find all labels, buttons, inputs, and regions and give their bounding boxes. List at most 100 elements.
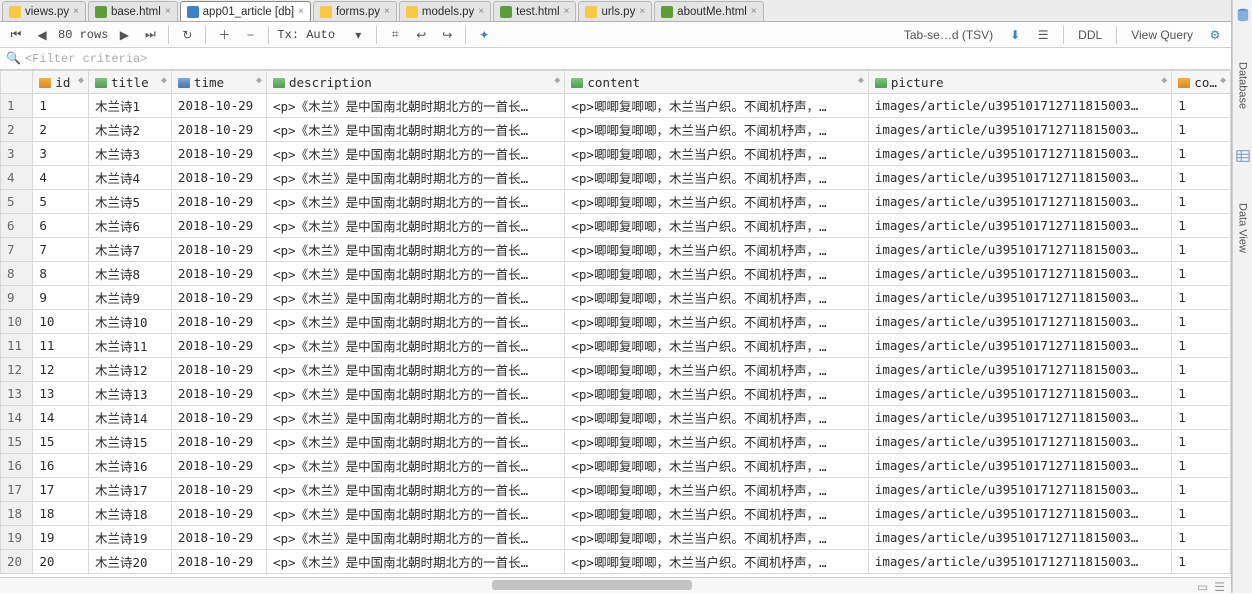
col-header-description[interactable]: description◆ (267, 71, 565, 94)
cell-description[interactable]: <p>《木兰》是中国南北朝时期北方的一首长… (267, 454, 565, 478)
col-header-comme[interactable]: comme◆ (1172, 71, 1231, 94)
col-header-time[interactable]: time◆ (171, 71, 266, 94)
cell-id[interactable]: 1 (33, 94, 89, 118)
cell-title[interactable]: 木兰诗18 (88, 502, 171, 526)
cell-content[interactable]: <p>唧唧复唧唧，木兰当户织。不闻机杼声，… (565, 550, 868, 574)
cell-picture[interactable]: images/article/u395101712711815003… (868, 358, 1171, 382)
cell-title[interactable]: 木兰诗3 (88, 142, 171, 166)
cell-picture[interactable]: images/article/u395101712711815003… (868, 118, 1171, 142)
cell-picture[interactable]: images/article/u395101712711815003… (868, 214, 1171, 238)
refresh-icon[interactable]: ↻ (177, 25, 197, 45)
cell-id[interactable]: 4 (33, 166, 89, 190)
cell-time[interactable]: 2018-10-29 (171, 94, 266, 118)
row-number[interactable]: 2 (1, 118, 33, 142)
cell-description[interactable]: <p>《木兰》是中国南北朝时期北方的一首长… (267, 334, 565, 358)
row-number[interactable]: 8 (1, 262, 33, 286)
table-row[interactable]: 1616木兰诗162018-10-29<p>《木兰》是中国南北朝时期北方的一首长… (1, 454, 1231, 478)
cell-id[interactable]: 11 (33, 334, 89, 358)
cell-id[interactable]: 3 (33, 142, 89, 166)
cell-id[interactable]: 6 (33, 214, 89, 238)
cell-content[interactable]: <p>唧唧复唧唧，木兰当户织。不闻机杼声，… (565, 94, 868, 118)
cell-title[interactable]: 木兰诗16 (88, 454, 171, 478)
cell-content[interactable]: <p>唧唧复唧唧，木兰当户织。不闻机杼声，… (565, 118, 868, 142)
cell-description[interactable]: <p>《木兰》是中国南北朝时期北方的一首长… (267, 166, 565, 190)
cell-description[interactable]: <p>《木兰》是中国南北朝时期北方的一首长… (267, 262, 565, 286)
cell-description[interactable]: <p>《木兰》是中国南北朝时期北方的一首长… (267, 118, 565, 142)
cell-time[interactable]: 2018-10-29 (171, 118, 266, 142)
cell-id[interactable]: 7 (33, 238, 89, 262)
database-icon[interactable] (1236, 8, 1250, 22)
cell-description[interactable]: <p>《木兰》是中国南北朝时期北方的一首长… (267, 94, 565, 118)
table-row[interactable]: 66木兰诗62018-10-29<p>《木兰》是中国南北朝时期北方的一首长…<p… (1, 214, 1231, 238)
cell-content[interactable]: <p>唧唧复唧唧，木兰当户织。不闻机杼声，… (565, 190, 868, 214)
cell-comme[interactable]: 1 (1172, 334, 1231, 358)
cell-comme[interactable]: 1 (1172, 118, 1231, 142)
cell-comme[interactable]: 1 (1172, 430, 1231, 454)
cell-comme[interactable]: 1 (1172, 214, 1231, 238)
cell-title[interactable]: 木兰诗6 (88, 214, 171, 238)
table-row[interactable]: 88木兰诗82018-10-29<p>《木兰》是中国南北朝时期北方的一首长…<p… (1, 262, 1231, 286)
cell-comme[interactable]: 1 (1172, 358, 1231, 382)
cell-content[interactable]: <p>唧唧复唧唧，木兰当户织。不闻机杼声，… (565, 334, 868, 358)
cell-time[interactable]: 2018-10-29 (171, 430, 266, 454)
row-number[interactable]: 5 (1, 190, 33, 214)
cell-time[interactable]: 2018-10-29 (171, 334, 266, 358)
table-row[interactable]: 77木兰诗72018-10-29<p>《木兰》是中国南北朝时期北方的一首长…<p… (1, 238, 1231, 262)
row-number[interactable]: 9 (1, 286, 33, 310)
cell-description[interactable]: <p>《木兰》是中国南北朝时期北方的一首长… (267, 214, 565, 238)
editor-tab[interactable]: test.html× (493, 1, 576, 21)
cell-content[interactable]: <p>唧唧复唧唧，木兰当户织。不闻机杼声，… (565, 406, 868, 430)
col-header-title[interactable]: title◆ (88, 71, 171, 94)
sort-handle-icon[interactable]: ◆ (1161, 75, 1167, 86)
cell-id[interactable]: 10 (33, 310, 89, 334)
cell-id[interactable]: 5 (33, 190, 89, 214)
cell-title[interactable]: 木兰诗20 (88, 550, 171, 574)
cell-picture[interactable]: images/article/u395101712711815003… (868, 166, 1171, 190)
cell-title[interactable]: 木兰诗19 (88, 526, 171, 550)
options-icon[interactable]: ☰ (1033, 25, 1053, 45)
cell-content[interactable]: <p>唧唧复唧唧，木兰当户织。不闻机杼声，… (565, 478, 868, 502)
export-format-button[interactable]: Tab-se…d (TSV) (900, 28, 997, 42)
row-number[interactable]: 12 (1, 358, 33, 382)
filter-input[interactable] (25, 52, 1225, 66)
row-number[interactable]: 4 (1, 166, 33, 190)
col-header-content[interactable]: content◆ (565, 71, 868, 94)
cell-content[interactable]: <p>唧唧复唧唧，木兰当户织。不闻机杼声，… (565, 310, 868, 334)
cell-comme[interactable]: 1 (1172, 310, 1231, 334)
row-number[interactable]: 13 (1, 382, 33, 406)
editor-tab[interactable]: views.py× (2, 1, 86, 21)
cell-id[interactable]: 14 (33, 406, 89, 430)
table-row[interactable]: 1515木兰诗152018-10-29<p>《木兰》是中国南北朝时期北方的一首长… (1, 430, 1231, 454)
cell-content[interactable]: <p>唧唧复唧唧，木兰当户织。不闻机杼声，… (565, 502, 868, 526)
cell-comme[interactable]: 1 (1172, 406, 1231, 430)
bottom-menu-icon[interactable]: ☰ (1214, 580, 1225, 594)
cell-picture[interactable]: images/article/u395101712711815003… (868, 286, 1171, 310)
cell-time[interactable]: 2018-10-29 (171, 502, 266, 526)
cell-time[interactable]: 2018-10-29 (171, 382, 266, 406)
cell-title[interactable]: 木兰诗11 (88, 334, 171, 358)
cell-description[interactable]: <p>《木兰》是中国南北朝时期北方的一首长… (267, 478, 565, 502)
view-query-button[interactable]: View Query (1127, 28, 1197, 42)
cell-id[interactable]: 18 (33, 502, 89, 526)
cell-title[interactable]: 木兰诗15 (88, 430, 171, 454)
editor-tab[interactable]: urls.py× (578, 1, 652, 21)
cell-picture[interactable]: images/article/u395101712711815003… (868, 454, 1171, 478)
cell-comme[interactable]: 1 (1172, 142, 1231, 166)
row-number[interactable]: 11 (1, 334, 33, 358)
cell-content[interactable]: <p>唧唧复唧唧，木兰当户织。不闻机杼声，… (565, 526, 868, 550)
cell-description[interactable]: <p>《木兰》是中国南北朝时期北方的一首长… (267, 358, 565, 382)
cell-title[interactable]: 木兰诗2 (88, 118, 171, 142)
cell-description[interactable]: <p>《木兰》是中国南北朝时期北方的一首长… (267, 502, 565, 526)
cell-title[interactable]: 木兰诗13 (88, 382, 171, 406)
close-icon[interactable]: × (73, 6, 79, 17)
close-icon[interactable]: × (384, 6, 390, 17)
commit-icon[interactable]: ↪ (437, 25, 457, 45)
cell-picture[interactable]: images/article/u395101712711815003… (868, 94, 1171, 118)
table-row[interactable]: 1414木兰诗142018-10-29<p>《木兰》是中国南北朝时期北方的一首长… (1, 406, 1231, 430)
cell-id[interactable]: 16 (33, 454, 89, 478)
cell-content[interactable]: <p>唧唧复唧唧，木兰当户织。不闻机杼声，… (565, 214, 868, 238)
cell-description[interactable]: <p>《木兰》是中国南北朝时期北方的一首长… (267, 286, 565, 310)
settings-icon[interactable]: ⚙ (1205, 25, 1225, 45)
cell-description[interactable]: <p>《木兰》是中国南北朝时期北方的一首长… (267, 310, 565, 334)
cell-id[interactable]: 12 (33, 358, 89, 382)
